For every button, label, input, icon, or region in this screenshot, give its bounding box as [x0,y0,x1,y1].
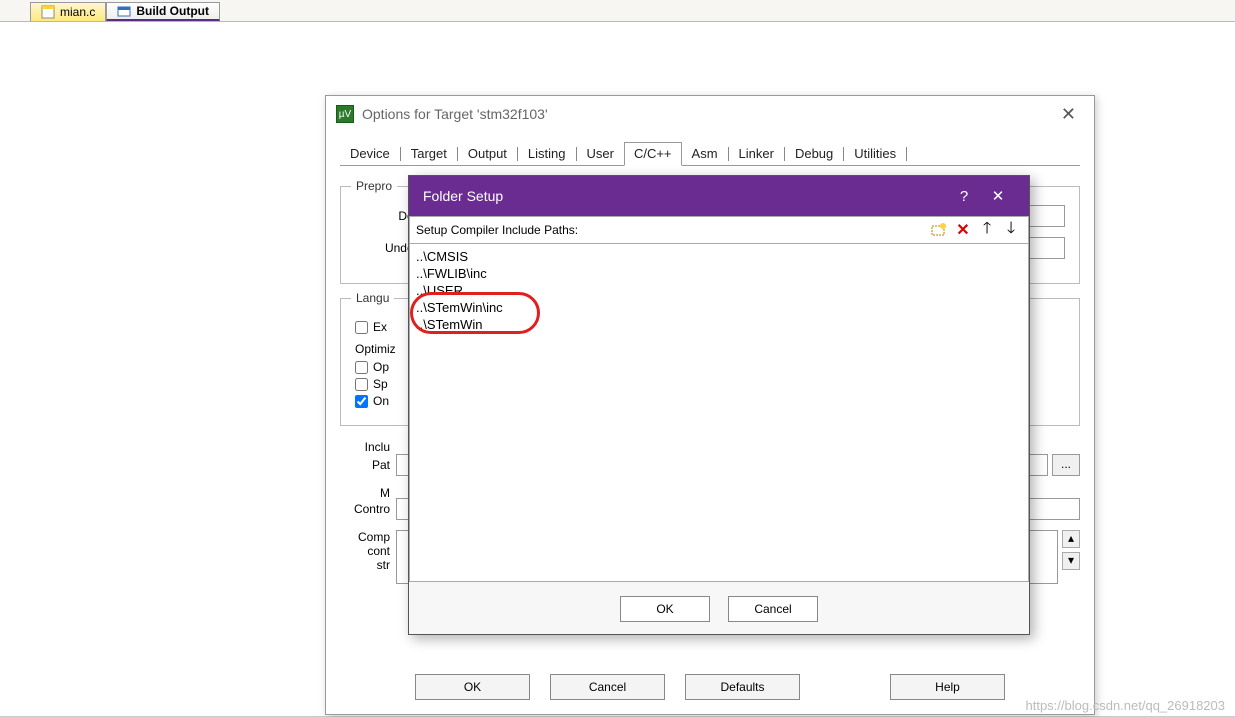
tab-debug[interactable]: Debug [785,142,843,165]
defaults-button[interactable]: Defaults [685,674,800,700]
ok-button[interactable]: OK [415,674,530,700]
cancel-button[interactable]: Cancel [550,674,665,700]
list-item[interactable]: ..\CMSIS [416,248,1022,265]
tab-output[interactable]: Output [458,142,517,165]
tab-listing[interactable]: Listing [518,142,576,165]
folder-setup-dialog: Folder Setup ? ✕ Setup Compiler Include … [408,175,1030,635]
folder-titlebar: Folder Setup ? ✕ [409,176,1029,216]
options-button-row: OK Cancel Defaults Help [326,674,1094,700]
group-title: Prepro [351,179,397,193]
folder-title: Folder Setup [423,188,947,204]
scroll-up-icon[interactable]: ▴ [1062,530,1080,548]
path-label: Pat [340,458,390,472]
list-item[interactable]: ..\STemWin\inc [416,299,1022,316]
list-item[interactable]: ..\STemWin [416,316,1022,333]
control-label: Contro [340,502,390,516]
tab-device[interactable]: Device [340,142,400,165]
toolbar-label: Setup Compiler Include Paths: [416,223,926,237]
folder-button-row: OK Cancel [409,582,1029,636]
list-item[interactable]: ..\USER [416,282,1022,299]
ok-button[interactable]: OK [620,596,710,622]
new-folder-icon[interactable] [928,220,950,240]
group-title: Langu [351,291,394,305]
move-down-icon[interactable]: 🡓 [1000,220,1022,240]
folder-toolbar: Setup Compiler Include Paths: ✕ 🡑 🡓 [409,216,1029,244]
m-label: M [340,486,390,500]
tab-linker[interactable]: Linker [729,142,784,165]
browse-button[interactable]: ... [1052,454,1080,476]
tab-target[interactable]: Target [401,142,457,165]
tab-asm[interactable]: Asm [682,142,728,165]
delete-icon[interactable]: ✕ [952,220,974,240]
str-label: str [340,558,390,572]
tab-c-cpp[interactable]: C/C++ [624,142,682,166]
cont-label: cont [340,544,390,558]
options-title: Options for Target 'stm32f103' [362,106,548,122]
compiler-label: Comp [340,530,390,544]
help-icon[interactable]: ? [947,188,981,205]
keil-icon: µV [336,105,354,123]
include-label: Inclu [340,440,390,454]
cancel-button[interactable]: Cancel [728,596,818,622]
help-button[interactable]: Help [890,674,1005,700]
move-up-icon[interactable]: 🡑 [976,220,998,240]
tab-utilities[interactable]: Utilities [844,142,906,165]
scroll-down-icon[interactable]: ▾ [1062,552,1080,570]
folder-list[interactable]: ..\CMSIS ..\FWLIB\inc ..\USER ..\STemWin… [409,244,1029,582]
list-item[interactable]: ..\FWLIB\inc [416,265,1022,282]
options-tab-strip: Device Target Output Listing User C/C++ … [340,142,1080,166]
watermark: https://blog.csdn.net/qq_26918203 [1026,698,1226,713]
options-titlebar: µV Options for Target 'stm32f103' ✕ [326,96,1094,132]
close-icon[interactable]: ✕ [1053,100,1084,129]
close-icon[interactable]: ✕ [981,187,1015,205]
tab-user[interactable]: User [577,142,624,165]
